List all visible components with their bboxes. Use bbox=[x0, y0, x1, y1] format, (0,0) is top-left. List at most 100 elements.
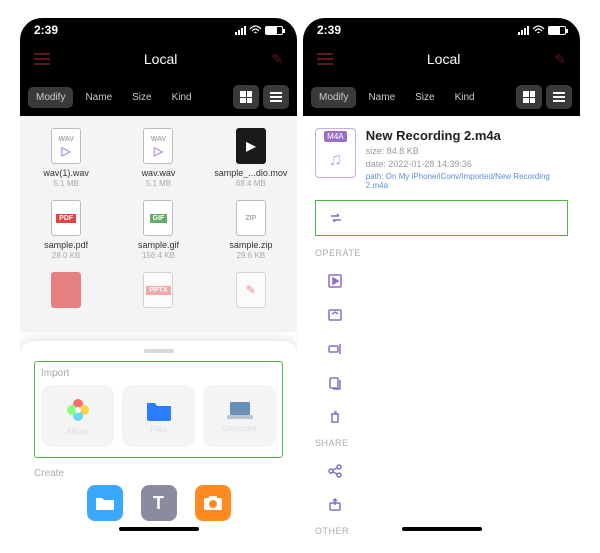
folder-icon bbox=[95, 495, 115, 511]
operate-open[interactable] bbox=[315, 298, 568, 332]
create-folder-button[interactable] bbox=[87, 485, 123, 521]
file-icon: WAV▷ bbox=[143, 128, 173, 164]
file-type-icon: M4A ♫ bbox=[315, 128, 356, 178]
file-name: sample.gif bbox=[116, 240, 200, 250]
clock: 2:39 bbox=[317, 23, 341, 37]
share-export[interactable] bbox=[315, 488, 568, 522]
create-text-button[interactable]: T bbox=[141, 485, 177, 521]
grid-icon bbox=[523, 91, 535, 103]
file-badge: M4A bbox=[324, 131, 346, 142]
import-computer-button[interactable]: Computer bbox=[203, 385, 276, 447]
status-bar: 2:39 bbox=[303, 18, 580, 40]
grid-view-button[interactable] bbox=[233, 85, 259, 109]
open-icon bbox=[327, 307, 343, 323]
sort-kind[interactable]: Kind bbox=[164, 87, 200, 108]
file-item[interactable]: ▶ sample_...dio.mov 68.4 MB bbox=[205, 126, 297, 198]
file-name: sample_...dio.mov bbox=[209, 168, 293, 178]
sort-size[interactable]: Size bbox=[407, 87, 442, 108]
file-icon: ZIP bbox=[236, 200, 266, 236]
convert-action[interactable] bbox=[315, 200, 568, 236]
page-title: Local bbox=[144, 51, 177, 67]
sheet-handle[interactable] bbox=[144, 349, 174, 353]
sort-modify[interactable]: Modify bbox=[28, 87, 73, 108]
photos-icon bbox=[65, 397, 91, 423]
export-icon bbox=[327, 497, 343, 513]
sort-modify[interactable]: Modify bbox=[311, 87, 356, 108]
file-icon: ▶ bbox=[236, 128, 266, 164]
file-item[interactable]: WAV▷ wav.wav 5.1 MB bbox=[112, 126, 204, 198]
operate-list bbox=[315, 264, 568, 434]
file-size: 29.6 KB bbox=[209, 251, 293, 260]
file-icon bbox=[51, 272, 81, 308]
import-album-label: Album bbox=[66, 427, 89, 436]
file-grid: WAV▷ wav(1).wav 5.1 MB WAV▷ wav.wav 5.1 … bbox=[20, 116, 297, 332]
wifi-icon bbox=[532, 25, 545, 35]
sort-kind[interactable]: Kind bbox=[447, 87, 483, 108]
file-size: 5.1 MB bbox=[24, 179, 108, 188]
import-computer-label: Computer bbox=[222, 424, 257, 433]
operate-copy[interactable] bbox=[315, 366, 568, 400]
file-item[interactable]: PPTX bbox=[112, 270, 204, 322]
wifi-icon bbox=[249, 25, 262, 35]
edit-icon[interactable]: ✎ bbox=[271, 51, 283, 68]
import-files-button[interactable]: Files bbox=[122, 385, 195, 447]
file-item[interactable] bbox=[20, 270, 112, 322]
file-item[interactable]: ✎ bbox=[205, 270, 297, 322]
create-photo-button[interactable] bbox=[195, 485, 231, 521]
list-view-button[interactable] bbox=[546, 85, 572, 109]
list-icon bbox=[553, 92, 565, 102]
camera-icon bbox=[203, 495, 223, 511]
file-name: sample.zip bbox=[209, 240, 293, 250]
grid-view-button[interactable] bbox=[516, 85, 542, 109]
file-size: 28.0 KB bbox=[24, 251, 108, 260]
share-label: SHARE bbox=[315, 438, 568, 448]
battery-icon bbox=[548, 26, 566, 35]
operate-rename[interactable] bbox=[315, 332, 568, 366]
file-icon: WAV▷ bbox=[51, 128, 81, 164]
file-item[interactable]: WAV▷ wav(1).wav 5.1 MB bbox=[20, 126, 112, 198]
file-icon: PDF bbox=[51, 200, 81, 236]
file-icon: PPTX bbox=[143, 272, 173, 308]
operate-play[interactable] bbox=[315, 264, 568, 298]
share-icon bbox=[327, 463, 343, 479]
list-icon bbox=[270, 92, 282, 102]
menu-icon[interactable] bbox=[317, 53, 333, 65]
text-icon: T bbox=[153, 493, 164, 514]
menu-icon[interactable] bbox=[34, 53, 50, 65]
copy-icon bbox=[327, 375, 343, 391]
list-view-button[interactable] bbox=[263, 85, 289, 109]
status-icons bbox=[518, 25, 566, 35]
file-title: New Recording 2.m4a bbox=[366, 128, 568, 143]
file-item[interactable]: ZIP sample.zip 29.6 KB bbox=[205, 198, 297, 270]
sort-size[interactable]: Size bbox=[124, 87, 159, 108]
file-name: wav.wav bbox=[116, 168, 200, 178]
file-icon: GIF bbox=[143, 200, 173, 236]
sort-bar: Modify Name Size Kind bbox=[303, 78, 580, 116]
status-bar: 2:39 bbox=[20, 18, 297, 40]
phone-right: 2:39 Local ✎ Modify Name Size Kind M4A bbox=[303, 18, 580, 535]
bottom-sheet: Import Album Files Computer bbox=[20, 341, 297, 535]
page-title: Local bbox=[427, 51, 460, 67]
sort-name[interactable]: Name bbox=[77, 87, 120, 108]
share-action[interactable] bbox=[315, 454, 568, 488]
import-section: Import Album Files Computer bbox=[34, 361, 283, 458]
file-detail: M4A ♫ New Recording 2.m4a size: 84.8 KB … bbox=[303, 116, 580, 535]
file-item[interactable]: GIF sample.gif 156.4 KB bbox=[112, 198, 204, 270]
signal-icon bbox=[235, 26, 246, 35]
file-name: wav(1).wav bbox=[24, 168, 108, 178]
grid-icon bbox=[240, 91, 252, 103]
file-item[interactable]: PDF sample.pdf 28.0 KB bbox=[20, 198, 112, 270]
operate-delete[interactable] bbox=[315, 400, 568, 434]
sort-name[interactable]: Name bbox=[360, 87, 403, 108]
home-indicator[interactable] bbox=[402, 527, 482, 531]
nav-bar: Local ✎ bbox=[20, 40, 297, 78]
import-album-button[interactable]: Album bbox=[41, 385, 114, 447]
create-row: T bbox=[34, 485, 283, 521]
file-date-line: date: 2022-01-28 14:39:36 bbox=[366, 158, 568, 171]
share-list bbox=[315, 454, 568, 522]
music-note-icon: ♫ bbox=[329, 142, 343, 177]
edit-icon[interactable]: ✎ bbox=[554, 51, 566, 68]
sort-bar: Modify Name Size Kind bbox=[20, 78, 297, 116]
phone-left: 2:39 Local ✎ Modify Name Size Kind WAV▷ bbox=[20, 18, 297, 535]
home-indicator[interactable] bbox=[119, 527, 199, 531]
